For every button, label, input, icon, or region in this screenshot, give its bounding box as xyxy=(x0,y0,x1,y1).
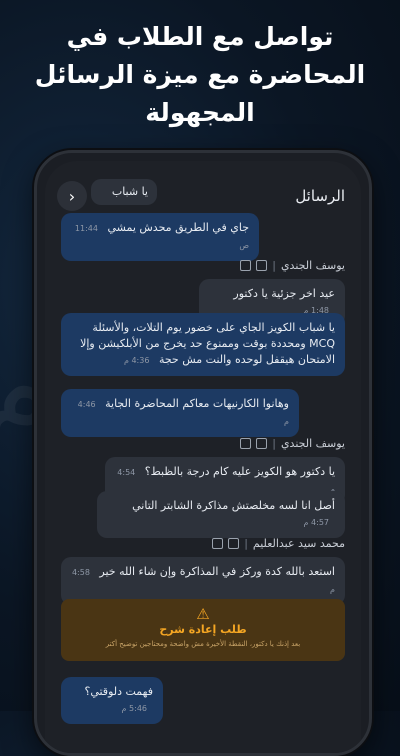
sender-name: محمد سيد عبدالعليم | xyxy=(212,537,345,550)
message-text: يا شباب الكويز الجاي على خضور يوم التلات… xyxy=(80,321,335,366)
message-text: استعد بالله كدة وركز في المذاكرة وإن شاء… xyxy=(99,565,335,578)
sender-name: يوسف الجندي | xyxy=(240,437,345,450)
separator: | xyxy=(244,537,248,550)
message-bubble: استعد بالله كدة وركز في المذاكرة وإن شاء… xyxy=(61,557,345,605)
chat-screen: الرسائل › يا شباب جاي في الطريق محدش يمش… xyxy=(45,161,361,753)
sender-label: محمد سيد عبدالعليم xyxy=(252,537,345,550)
calendar-icon xyxy=(240,438,252,449)
message-text: أصل انا لسه مخلصتش مذاكرة الشابتر التاني xyxy=(132,499,335,512)
anonymous-icon xyxy=(228,538,240,549)
calendar-icon xyxy=(212,538,224,549)
anonymous-icon xyxy=(256,438,268,449)
message-text: جاي في الطريق محدش يمشي xyxy=(107,221,249,234)
sender-label: يوسف الجندي xyxy=(280,259,345,272)
separator: | xyxy=(272,259,276,272)
warning-subtitle: بعد إذنك يا دكتور، النقطة الأخيرة مش واض… xyxy=(105,640,301,648)
message-text: يا شباب xyxy=(111,185,148,198)
message-bubble: يا شباب الكويز الجاي على خضور يوم التلات… xyxy=(61,313,345,376)
message-bubble: فهمت دلوقتي؟ 5:46 م xyxy=(61,677,163,724)
message-text: عيد اخر جزئية يا دكتور xyxy=(233,287,335,300)
message-bubble: أصل انا لسه مخلصتش مذاكرة الشابتر التاني… xyxy=(97,491,345,538)
message-text: وهانوا الكارنيهات معاكم المحاضرة الجاية xyxy=(105,397,289,410)
message-time: 5:46 م xyxy=(121,704,147,713)
page-title: الرسائل xyxy=(295,187,345,205)
headline-line-2: المحاضرة مع ميزة الرسائل xyxy=(34,60,366,89)
message-bubble: وهانوا الكارنيهات معاكم المحاضرة الجاية … xyxy=(61,389,299,437)
message-time: 4:57 م xyxy=(303,518,329,527)
separator: | xyxy=(272,437,276,450)
chevron-right-icon[interactable]: › xyxy=(57,181,87,211)
headline-line-1: تواصل مع الطلاب في xyxy=(66,22,334,51)
message-bubble: يا شباب xyxy=(91,179,157,205)
warning-icon: ⚠ xyxy=(196,605,210,623)
anonymous-icon xyxy=(256,260,268,271)
message-bubble: جاي في الطريق محدش يمشي 11:44 ص xyxy=(61,213,259,261)
re-explain-request-card[interactable]: ⚠ طلب إعادة شرح بعد إذنك يا دكتور، النقط… xyxy=(61,599,345,661)
headline-line-3: المجهولة xyxy=(145,98,255,127)
headline: تواصل مع الطلاب في المحاضرة مع ميزة الرس… xyxy=(0,18,400,132)
phone-frame: الرسائل › يا شباب جاي في الطريق محدش يمش… xyxy=(34,150,372,756)
message-text: فهمت دلوقتي؟ xyxy=(84,685,153,698)
calendar-icon xyxy=(240,260,252,271)
warning-title: طلب إعادة شرح xyxy=(159,623,247,636)
message-text: يا دكتور هو الكويز عليه كام درجة بالظبط؟ xyxy=(144,465,335,478)
message-time: 4:36 م xyxy=(123,356,150,365)
sender-label: يوسف الجندي xyxy=(280,437,345,450)
sender-name: يوسف الجندي | xyxy=(240,259,345,272)
